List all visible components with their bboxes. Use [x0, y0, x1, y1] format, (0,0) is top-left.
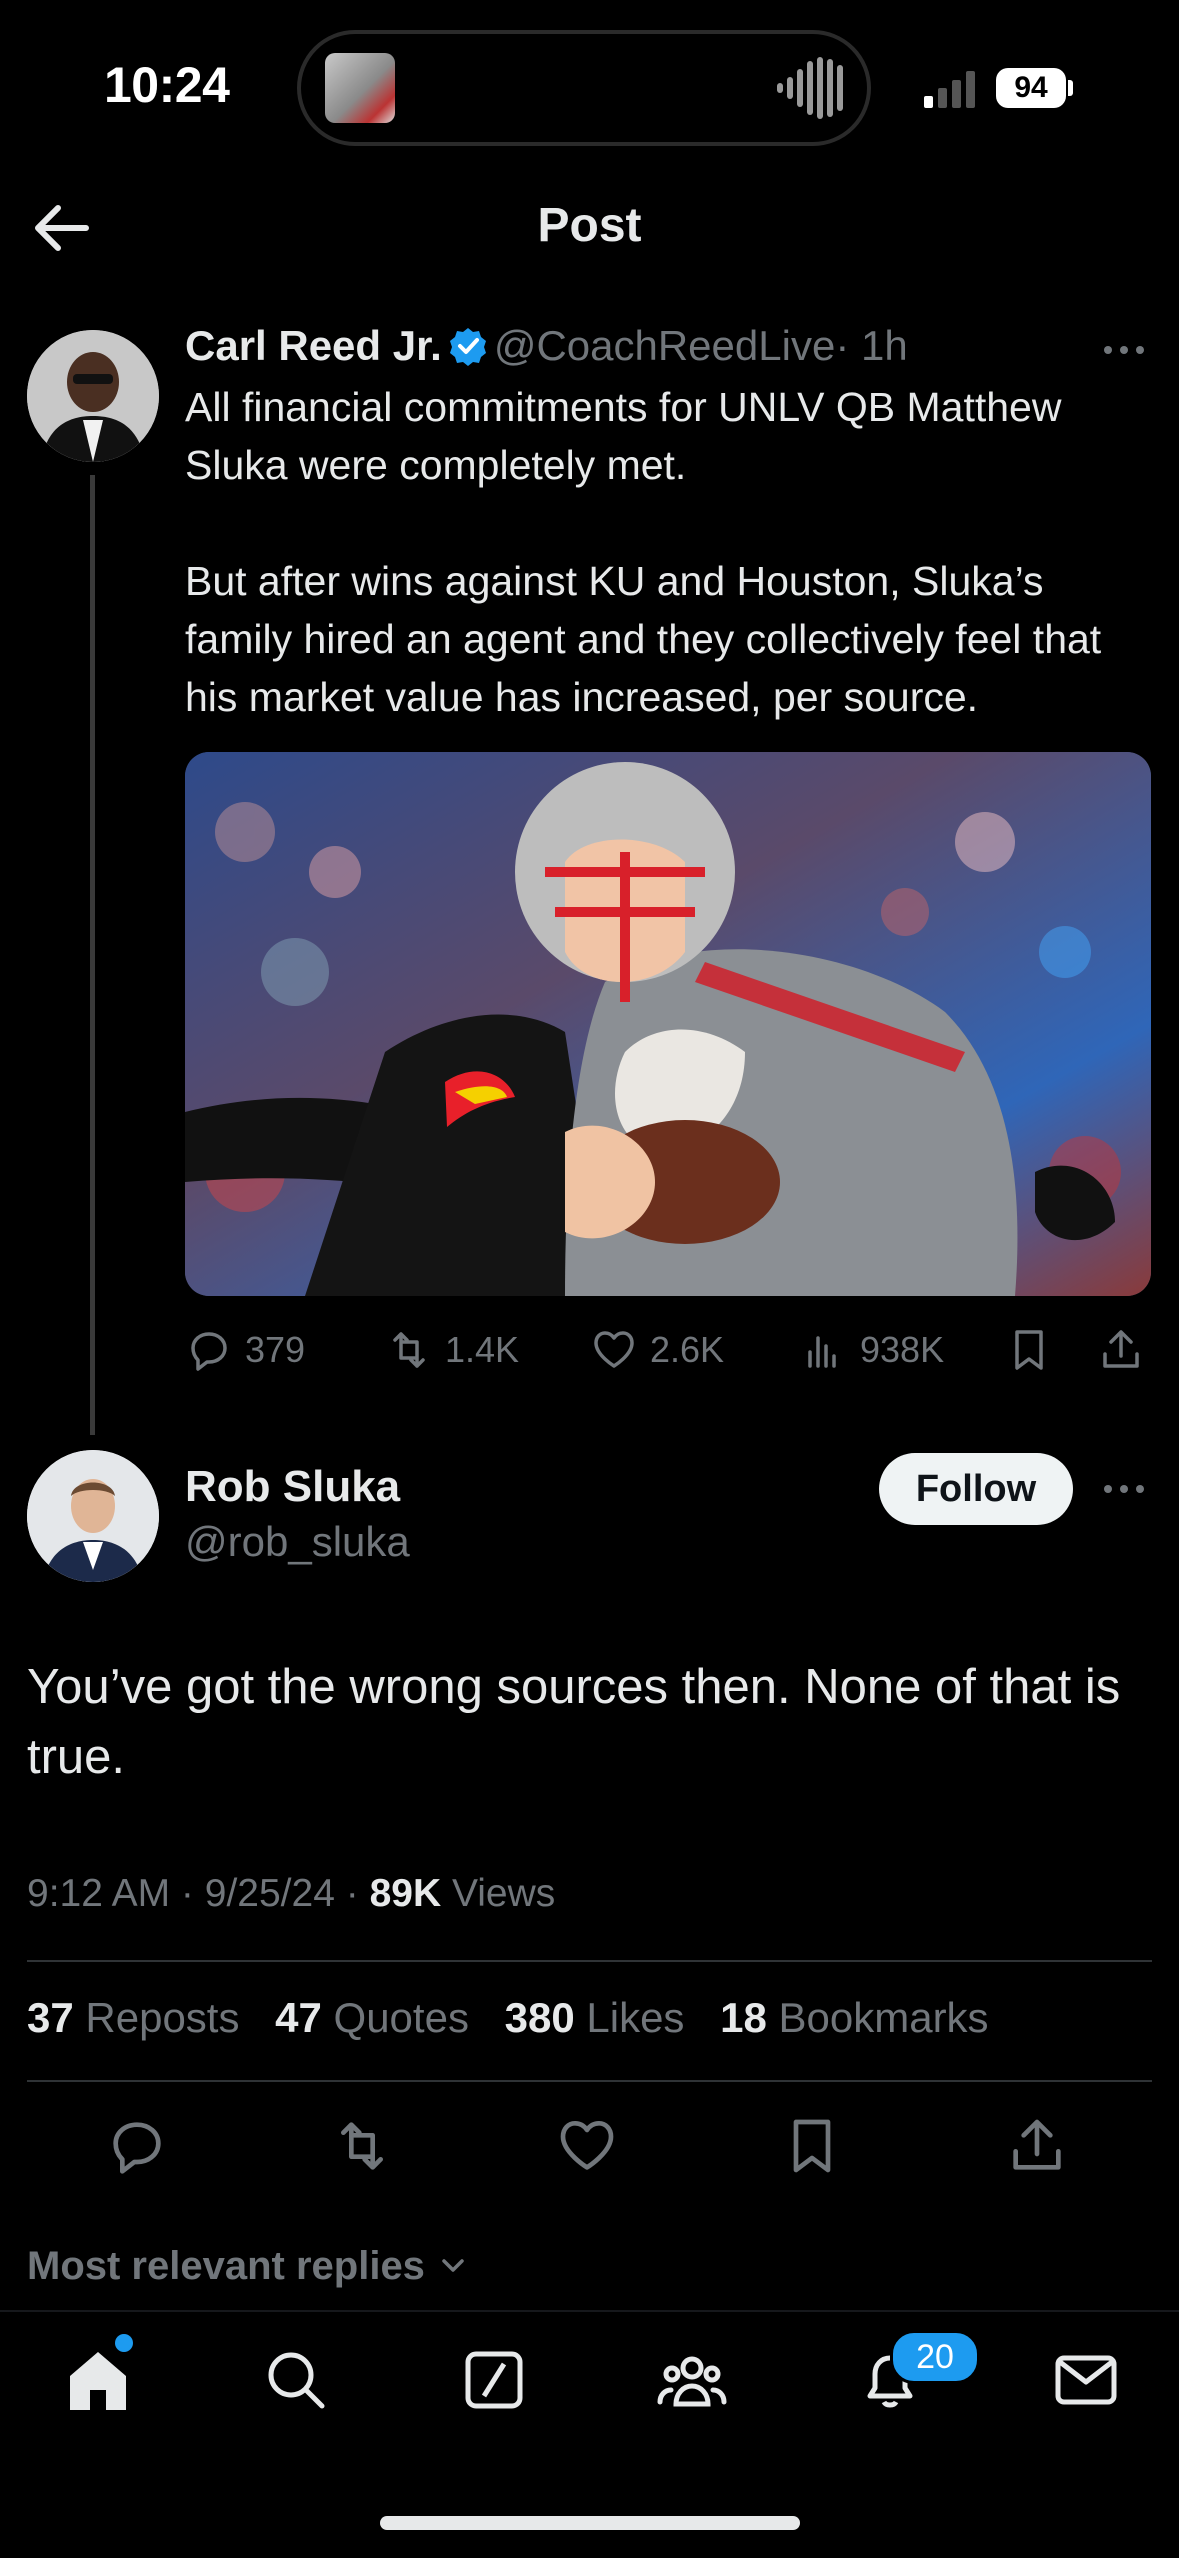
replies-sort-label: Most relevant replies [27, 2244, 425, 2288]
views-chart-icon [808, 1336, 836, 1368]
post-date: 9/25/24 [204, 1872, 335, 1915]
post-author-line: Carl Reed Jr. @CoachReedLive· 1h [185, 322, 908, 370]
repost-icon [341, 2122, 383, 2170]
chevron-down-icon [442, 2259, 464, 2272]
now-playing-artwork [325, 53, 395, 123]
heart-icon [560, 2121, 614, 2170]
battery-tip [1068, 80, 1073, 96]
tab-communities[interactable] [656, 2344, 728, 2416]
heart-icon [594, 1331, 634, 1368]
likes-stat[interactable]: 380 Likes [505, 1994, 685, 2041]
tab-messages[interactable] [1050, 2344, 1122, 2416]
bookmarks-stat[interactable]: 18 Bookmarks [720, 1994, 988, 2041]
post-text: All financial commitments for UNLV QB Ma… [185, 384, 1102, 720]
post-meta: 9:12 AM · 9/25/24 · 89K Views [27, 1872, 556, 1915]
tab-home[interactable] [62, 2344, 134, 2416]
home-indicator [380, 2516, 800, 2530]
post-time: · 1h [835, 322, 908, 369]
page-title: Post [537, 199, 642, 252]
views-action[interactable]: 938K [800, 1318, 944, 1382]
grok-icon [465, 2351, 523, 2409]
views-count: 89K [369, 1872, 442, 1915]
bookmark-icon [1015, 1330, 1043, 1370]
tab-search[interactable] [260, 2344, 332, 2416]
mail-icon [1055, 2355, 1117, 2405]
like-button[interactable] [555, 2114, 619, 2178]
status-time: 10:24 [104, 57, 230, 113]
author-handle[interactable]: @CoachReedLive [494, 322, 836, 369]
bookmark-button[interactable] [780, 2114, 844, 2178]
home-new-indicator [115, 2334, 133, 2352]
bookmark-icon [793, 2119, 831, 2173]
divider [27, 1960, 1152, 1962]
avatar[interactable] [27, 1450, 159, 1582]
views-label: Views [451, 1872, 556, 1915]
reply-icon [113, 2122, 161, 2174]
cellular-signal-icon [924, 71, 975, 108]
repost-action[interactable]: 1.4K [385, 1318, 519, 1382]
more-options-icon[interactable] [1102, 1479, 1146, 1499]
reply-icon [191, 1332, 227, 1371]
thread-line [90, 475, 95, 1435]
communities-icon [657, 2356, 727, 2407]
more-options-icon[interactable] [1102, 340, 1146, 360]
quotes-stat[interactable]: 47 Quotes [275, 1994, 469, 2041]
battery-indicator: 94 [996, 68, 1066, 108]
replies-sort-dropdown[interactable]: Most relevant replies [27, 2244, 470, 2289]
share-icon [1103, 1330, 1139, 1368]
reply-author-handle[interactable]: @rob_sluka [185, 1518, 410, 1566]
author-name[interactable]: Carl Reed Jr. [185, 322, 442, 369]
search-icon [268, 2352, 325, 2409]
notifications-badge: 20 [890, 2330, 980, 2384]
avatar[interactable] [27, 330, 159, 462]
follow-button[interactable]: Follow [879, 1453, 1073, 1525]
audio-waveform-icon [777, 57, 843, 119]
engagement-stats: 37 Reposts 47 Quotes 380 Likes 18 Bookma… [27, 1994, 1013, 2042]
reposts-stat[interactable]: 37 Reposts [27, 1994, 239, 2041]
reply-action-bar [0, 2114, 1179, 2178]
bookmark-action[interactable] [1005, 1318, 1053, 1382]
reply-action[interactable]: 379 [185, 1318, 305, 1382]
reply-button[interactable] [105, 2114, 169, 2178]
repost-count: 1.4K [445, 1329, 520, 1370]
reply-count: 379 [245, 1329, 306, 1370]
share-icon [1013, 2119, 1061, 2170]
verified-badge-icon [449, 328, 486, 366]
like-action[interactable]: 2.6K [590, 1318, 724, 1382]
home-icon [70, 2352, 126, 2410]
like-count: 2.6K [650, 1329, 725, 1370]
post-media-image[interactable] [185, 752, 1151, 1296]
views-count: 938K [860, 1329, 945, 1370]
share-button[interactable] [1005, 2114, 1069, 2178]
divider [27, 2080, 1152, 2082]
repost-button[interactable] [330, 2114, 394, 2178]
post-time: 9:12 AM [27, 1872, 171, 1915]
reply-author-name[interactable]: Rob Sluka [185, 1462, 400, 1512]
reply-text: You’ve got the wrong sources then. None … [27, 1660, 1121, 1784]
tab-grok[interactable] [458, 2344, 530, 2416]
post-action-bar: 379 1.4K 2.6K 938K [185, 1318, 1155, 1382]
share-action[interactable] [1097, 1318, 1145, 1382]
repost-icon [393, 1332, 425, 1368]
